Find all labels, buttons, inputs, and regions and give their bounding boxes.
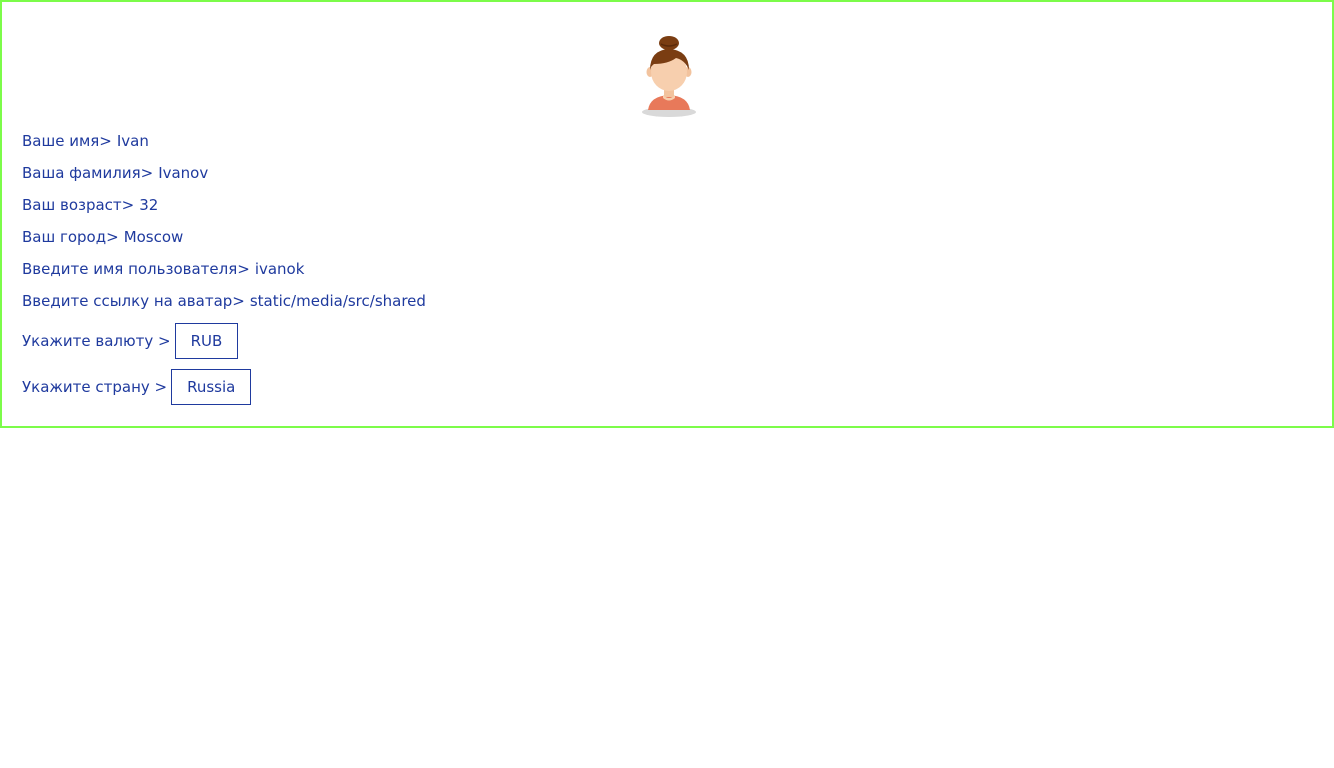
avatar-link-label: Введите ссылку на аватар>	[22, 292, 245, 310]
profile-card: Ваше имя> Ivan Ваша фамилия> Ivanov Ваш …	[0, 0, 1334, 428]
username-row: Введите имя пользователя> ivanok	[22, 260, 304, 278]
currency-select[interactable]: RUB	[174, 323, 239, 359]
age-label: Ваш возраст>	[22, 196, 135, 214]
currency-row: Укажите валюту > RUB	[22, 323, 239, 359]
first-name-label: Ваше имя>	[22, 132, 112, 150]
username-field[interactable]: ivanok	[255, 260, 305, 278]
username-label: Введите имя пользователя>	[22, 260, 250, 278]
last-name-label: Ваша фамилия>	[22, 164, 154, 182]
currency-label: Укажите валюту >	[22, 332, 171, 350]
first-name-row: Ваше имя> Ivan	[22, 132, 149, 150]
woman-avatar-icon	[642, 36, 696, 117]
last-name-field[interactable]: Ivanov	[158, 164, 208, 182]
avatar-link-row: Введите ссылку на аватар>	[22, 292, 425, 310]
last-name-row: Ваша фамилия> Ivanov	[22, 164, 208, 182]
city-field[interactable]: Moscow	[124, 228, 184, 246]
age-field[interactable]: 32	[139, 196, 158, 214]
avatar-link-field[interactable]	[249, 292, 425, 310]
avatar	[638, 34, 700, 120]
city-label: Ваш город>	[22, 228, 119, 246]
age-row: Ваш возраст> 32	[22, 196, 158, 214]
country-select[interactable]: Russia	[171, 369, 252, 405]
first-name-field[interactable]: Ivan	[117, 132, 149, 150]
country-label: Укажите страну >	[22, 378, 168, 396]
country-row: Укажите страну > Russia	[22, 369, 252, 405]
city-row: Ваш город> Moscow	[22, 228, 183, 246]
